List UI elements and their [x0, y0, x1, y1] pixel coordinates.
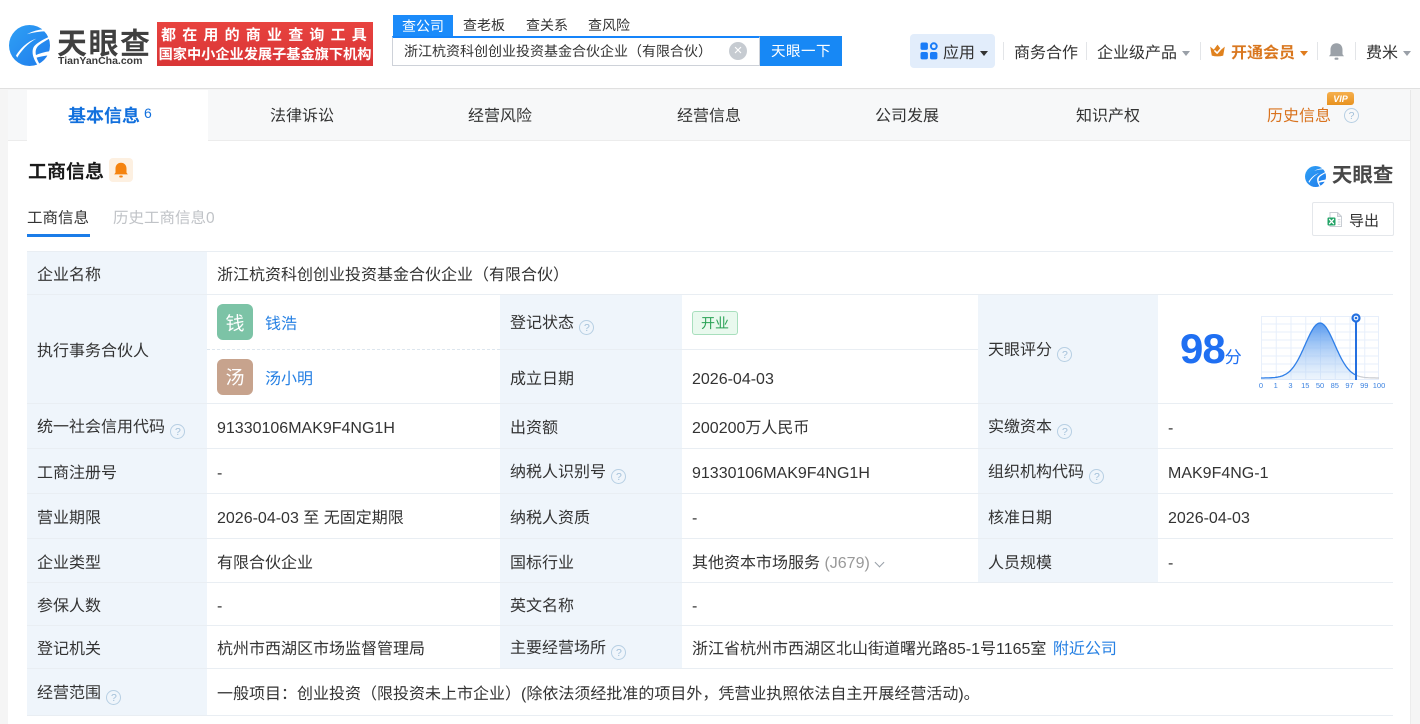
svg-text:100: 100: [1373, 381, 1385, 390]
svg-text:0: 0: [1259, 381, 1263, 390]
svg-text:3: 3: [1288, 381, 1292, 390]
svg-text:50: 50: [1316, 381, 1324, 390]
svg-text:15: 15: [1301, 381, 1309, 390]
svg-text:1: 1: [1274, 381, 1278, 390]
svg-text:99: 99: [1360, 381, 1368, 390]
svg-text:97: 97: [1345, 381, 1353, 390]
svg-text:85: 85: [1331, 381, 1339, 390]
